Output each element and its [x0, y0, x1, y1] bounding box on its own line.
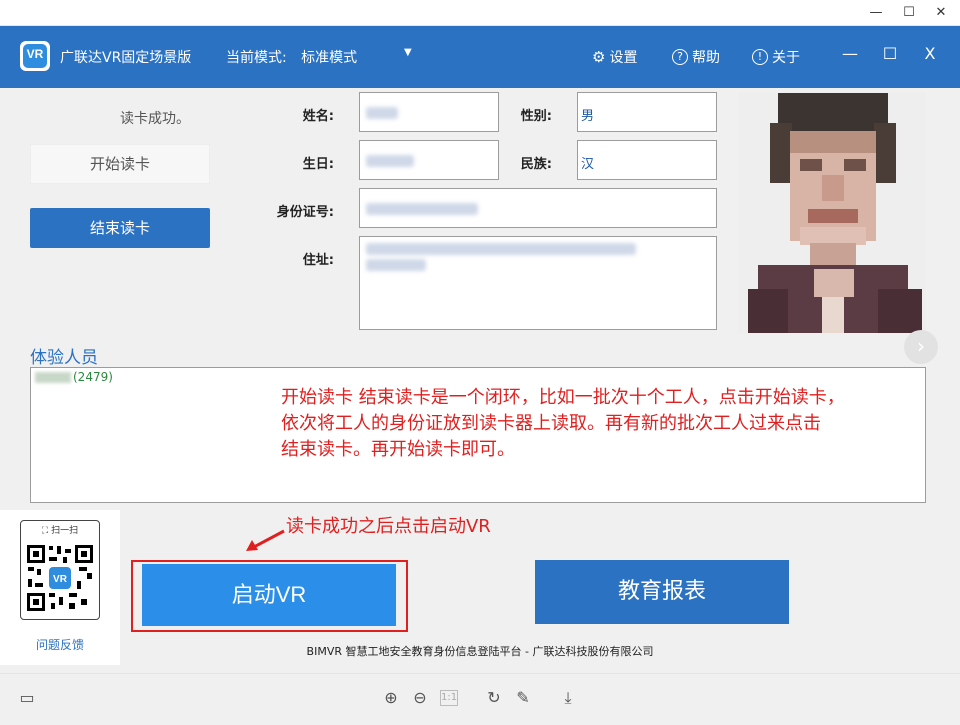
screen-icon[interactable]: ▭ — [16, 687, 38, 709]
app-maximize-button[interactable]: ☐ — [878, 44, 902, 63]
window-titlebar: — ☐ ✕ — [0, 0, 960, 26]
help-menu[interactable]: ? 帮助 — [672, 47, 720, 67]
download-icon[interactable]: ⤓ — [557, 687, 579, 709]
id-label: 身份证号: — [276, 205, 334, 220]
window-maximize-button[interactable]: ☐ — [897, 3, 921, 23]
address-field[interactable] — [359, 236, 717, 330]
gender-label: 性别: — [520, 109, 552, 124]
people-title: 体验人员 — [30, 348, 98, 368]
ethnicity-value: 汉 — [581, 157, 595, 172]
scan-label: ⛶ 扫一扫 — [41, 526, 79, 536]
app-title: 广联达VR固定场景版 — [60, 50, 192, 66]
birth-label: 生日: — [302, 157, 334, 172]
window-minimize-button[interactable]: — — [864, 3, 888, 23]
about-label: 关于 — [772, 50, 800, 66]
masked-name — [366, 107, 398, 119]
id-field[interactable] — [359, 188, 717, 228]
masked-address-1 — [366, 243, 636, 255]
main-content: 读卡成功。 开始读卡 结束读卡 姓名: 性别: 男 生日: 民族: 汉 身份证号… — [0, 88, 960, 725]
settings-label: 设置 — [609, 50, 638, 66]
masked-id — [366, 203, 478, 215]
masked-address-2 — [366, 259, 426, 271]
rotate-icon[interactable]: ↻ — [483, 687, 505, 709]
help-icon: ? — [672, 49, 688, 65]
mode-selector[interactable]: 当前模式: 标准模式 — [226, 47, 357, 67]
settings-menu[interactable]: ⚙ 设置 — [592, 47, 637, 67]
zoom-in-icon[interactable]: ⊕ — [380, 687, 402, 709]
masked-birth — [366, 155, 414, 167]
gear-icon: ⚙ — [592, 48, 606, 66]
people-list[interactable]: (2479) 开始读卡 结束读卡是一个闭环，比如一批次十个工人，点击开始读卡， … — [30, 367, 926, 503]
birth-field[interactable] — [359, 140, 499, 180]
mode-label: 当前模式: — [226, 50, 287, 66]
qr-code-image: VR — [25, 543, 95, 613]
list-item[interactable]: (2479) — [35, 370, 113, 384]
annotation-note: 开始读卡 结束读卡是一个闭环，比如一批次十个工人，点击开始读卡， 依次将工人的身… — [281, 387, 845, 460]
name-field[interactable] — [359, 92, 499, 132]
actual-size-icon[interactable]: 1:1 — [440, 690, 458, 706]
viewer-toolbar: ▭ ⊕ ⊖ 1:1 ↻ ✎ ⤓ — [0, 673, 960, 725]
launch-vr-button[interactable]: 启动VR — [142, 564, 396, 626]
window-close-button[interactable]: ✕ — [929, 3, 953, 23]
ethnicity-field[interactable]: 汉 — [577, 140, 717, 180]
start-read-button[interactable]: 开始读卡 — [30, 144, 210, 184]
arrow-annotation: 读卡成功之后点击启动VR — [286, 516, 491, 537]
chevron-down-icon[interactable]: ▼ — [404, 47, 412, 58]
red-arrow-icon — [246, 529, 285, 551]
info-icon: ! — [752, 49, 768, 65]
mode-value: 标准模式 — [301, 50, 358, 66]
ethnicity-label: 民族: — [520, 157, 552, 172]
edit-icon[interactable]: ✎ — [512, 687, 534, 709]
name-label: 姓名: — [302, 109, 334, 124]
app-header: VR 广联达VR固定场景版 当前模式: 标准模式 ▼ ⚙ 设置 ? 帮助 ! 关… — [0, 26, 960, 88]
about-menu[interactable]: ! 关于 — [752, 47, 800, 67]
footer-text: BIMVR 智慧工地安全教育身份信息登陆平台 - 广联达科技股份有限公司 — [306, 645, 654, 658]
education-report-button[interactable]: 教育报表 — [535, 560, 789, 624]
end-read-button[interactable]: 结束读卡 — [30, 208, 210, 248]
read-status: 读卡成功。 — [120, 111, 190, 127]
app-logo: VR — [20, 41, 50, 71]
app-close-button[interactable]: X — [918, 44, 942, 63]
chevron-right-icon[interactable]: › — [904, 330, 938, 364]
app-minimize-button[interactable]: — — [838, 44, 862, 63]
svg-text:VR: VR — [53, 574, 68, 585]
gender-field[interactable]: 男 — [577, 92, 717, 132]
pixelated-face-image — [738, 93, 926, 333]
qr-panel: ⛶ 扫一扫 VR 问题反馈 — [0, 510, 120, 665]
help-label: 帮助 — [692, 50, 720, 66]
zoom-out-icon[interactable]: ⊖ — [409, 687, 431, 709]
masked-person-name — [35, 372, 71, 383]
gender-value: 男 — [581, 109, 595, 124]
address-label: 住址: — [302, 253, 334, 268]
qr-card[interactable]: ⛶ 扫一扫 VR — [20, 520, 100, 620]
id-photo — [738, 93, 926, 333]
